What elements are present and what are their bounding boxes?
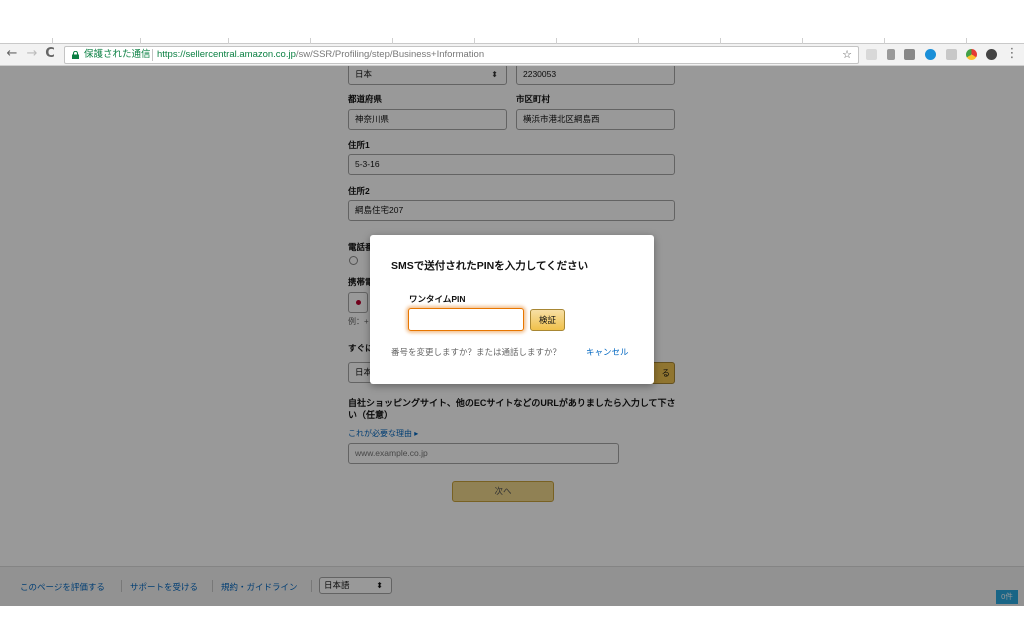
extension-square-icon[interactable] <box>904 49 915 60</box>
verify-button[interactable]: 検証 <box>530 309 565 331</box>
extension-card-icon[interactable] <box>946 49 957 60</box>
sms-pin-dialog: SMSで送付されたPINを入力してください ワンタイムPIN 検証 番号を変更し… <box>370 235 654 384</box>
bottom-blank-area <box>0 606 1024 640</box>
pin-label: ワンタイムPIN <box>409 294 466 304</box>
forward-icon[interactable]: → <box>24 46 40 62</box>
extension-color-icon[interactable] <box>966 49 977 60</box>
url-path: /sw/SSR/Profiling/step/Business+Informat… <box>295 49 485 60</box>
bookmark-star-icon[interactable]: ☆ <box>842 47 852 63</box>
extension-blue-icon[interactable] <box>925 49 936 60</box>
secure-connection-label: 保護された通信 <box>84 49 151 60</box>
url-host: https://sellercentral.amazon.co.jp <box>157 49 296 60</box>
url-text: https://sellercentral.amazon.co.jp/sw/SS… <box>157 47 484 63</box>
dialog-title: SMSで送付されたPINを入力してください <box>391 260 589 272</box>
extension-gear-icon[interactable] <box>986 49 997 60</box>
browser-menu-icon[interactable]: ⋮ <box>1004 46 1020 62</box>
browser-tab-strip <box>0 0 1024 43</box>
change-number-note: 番号を変更しますか？または通話しますか？ <box>391 347 562 357</box>
back-icon[interactable]: ← <box>4 46 20 62</box>
extension-cloud-icon[interactable] <box>866 49 877 60</box>
pin-input[interactable] <box>408 308 524 331</box>
address-bar[interactable]: 保護された通信 https://sellercentral.amazon.co.… <box>64 46 859 64</box>
browser-toolbar: ← → C 保護された通信 https://sellercentral.amaz… <box>0 44 1024 66</box>
extension-bars-icon[interactable] <box>887 49 895 60</box>
lock-icon <box>72 51 79 59</box>
reload-icon[interactable]: C <box>42 46 58 62</box>
cancel-link[interactable]: キャンセル <box>586 346 629 358</box>
url-separator <box>152 49 153 61</box>
